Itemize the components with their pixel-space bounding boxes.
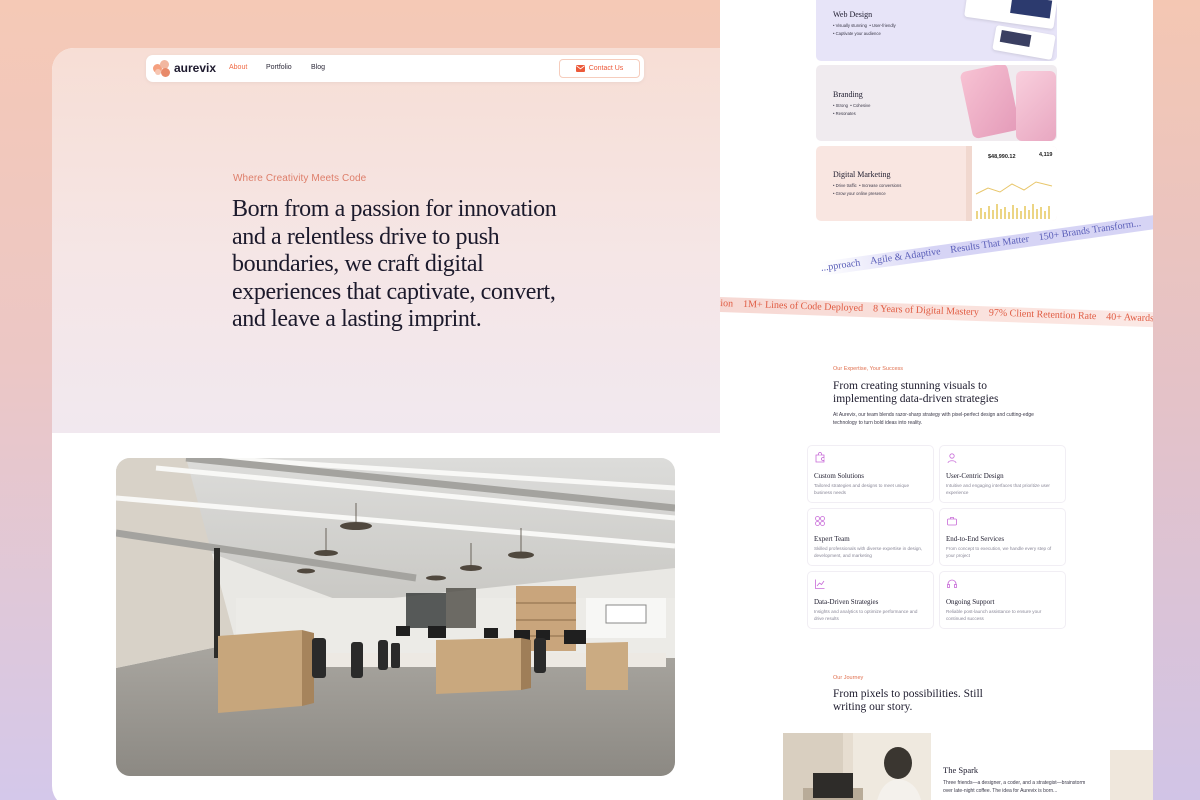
hero-headline: Born from a passion for innovation and a… <box>232 196 557 332</box>
stat-value: 4,119 <box>1039 152 1053 158</box>
feature-title: End-to-End Services <box>946 535 1005 543</box>
mail-icon <box>575 64 585 72</box>
briefcase-icon <box>947 517 957 526</box>
feature-description: Reliable post-launch assistance to ensur… <box>946 609 1042 621</box>
service-title: Digital Marketing <box>833 170 891 179</box>
team-icon <box>815 516 825 526</box>
brand-name[interactable]: aurevix <box>174 61 216 75</box>
journey-title: From pixels to possibilities. Still writ… <box>833 688 983 713</box>
feature-title: Custom Solutions <box>814 472 864 480</box>
spark-title: The Spark <box>943 765 979 775</box>
hero-section: aurevix About Portfolio Blog Contact Us … <box>52 48 740 433</box>
about-page-card: aurevix About Portfolio Blog Contact Us … <box>52 48 740 800</box>
spark-description: Three friends—a designer, a coder, and a… <box>943 780 1086 794</box>
contact-us-button[interactable]: Contact Us <box>559 59 640 78</box>
office-photo <box>116 458 675 776</box>
branding-pouch-image <box>1016 71 1056 141</box>
feature-title: User-Centric Design <box>946 472 1004 480</box>
feature-card: Expert Team Skilled professionals with d… <box>807 508 934 566</box>
hero-tagline: Where Creativity Meets Code <box>233 173 367 184</box>
support-icon <box>947 579 957 588</box>
feature-description: Tailored strategies and designs to meet … <box>814 483 909 495</box>
service-card-digital-marketing[interactable]: Digital Marketing • Drive traffic • Incr… <box>816 146 1057 221</box>
service-point: • Strong • Cohesive <box>833 103 871 108</box>
service-point: • Captivate your audience <box>833 31 881 36</box>
service-card-web-design[interactable]: Web Design • Visually stunning • User-fr… <box>816 0 1057 61</box>
feature-description: Intuitive and engaging interfaces that p… <box>946 483 1050 495</box>
expertise-eyebrow: Our Expertise, Your Success <box>833 366 904 372</box>
feature-description: From concept to execution, we handle eve… <box>946 546 1052 558</box>
paper-texture-decoration <box>1110 750 1153 800</box>
stat-value: $48,990.12 <box>988 154 1016 160</box>
service-title: Branding <box>833 90 863 99</box>
feature-card: Custom Solutions Tailored strategies and… <box>807 445 934 503</box>
service-title: Web Design <box>833 10 873 19</box>
expertise-title: From creating stunning visuals to implem… <box>833 380 999 405</box>
logo-icon[interactable] <box>153 60 170 77</box>
feature-title: Expert Team <box>814 535 850 543</box>
stats-ribbon-bottom: Innovation 1M+ Lines of Code Deployed 8 Ye… <box>720 296 1153 328</box>
service-point: • Drive traffic • Increase conversions <box>833 183 902 188</box>
feature-title: Data-Driven Strategies <box>814 598 879 606</box>
chart-graphic <box>975 181 1053 219</box>
top-navbar: aurevix About Portfolio Blog Contact Us <box>146 55 644 82</box>
expertise-description: At Aurevix, our team blends razor-sharp … <box>833 412 1034 426</box>
founders-photo <box>783 733 931 800</box>
feature-card: User-Centric Design Intuitive and engagi… <box>939 445 1066 503</box>
user-icon <box>947 453 957 464</box>
services-page: Web Design • Visually stunning • User-fr… <box>720 0 1153 800</box>
puzzle-icon <box>815 452 825 463</box>
feature-card: Ongoing Support Reliable post-launch ass… <box>939 571 1066 629</box>
analytics-dashboard-image: $48,990.12 4,119 <box>966 146 1057 221</box>
background-gradient-edge <box>1153 0 1200 800</box>
nav-link-blog[interactable]: Blog <box>311 64 325 71</box>
feature-description: Insights and analytics to optimize perfo… <box>814 609 918 621</box>
service-card-branding[interactable]: Branding • Strong • Cohesive • Resonates <box>816 65 1057 141</box>
branding-pouch-image <box>959 65 1021 140</box>
feature-title: Ongoing Support <box>946 598 995 606</box>
service-point: • Grow your online presence <box>833 191 886 196</box>
web-mockup-image <box>964 0 1057 30</box>
journey-eyebrow: Our Journey <box>833 675 864 681</box>
nav-link-portfolio[interactable]: Portfolio <box>266 64 292 71</box>
service-point: • Visually stunning • User-friendly <box>833 23 896 28</box>
web-mockup-image <box>992 24 1056 61</box>
chart-icon <box>815 579 825 589</box>
nav-link-about[interactable]: About <box>229 64 247 71</box>
contact-us-label: Contact Us <box>588 65 624 72</box>
feature-card: Data-Driven Strategies Insights and anal… <box>807 571 934 629</box>
feature-card: End-to-End Services From concept to exec… <box>939 508 1066 566</box>
feature-description: Skilled professionals with diverse exper… <box>814 546 923 558</box>
service-point: • Resonates <box>833 111 856 116</box>
